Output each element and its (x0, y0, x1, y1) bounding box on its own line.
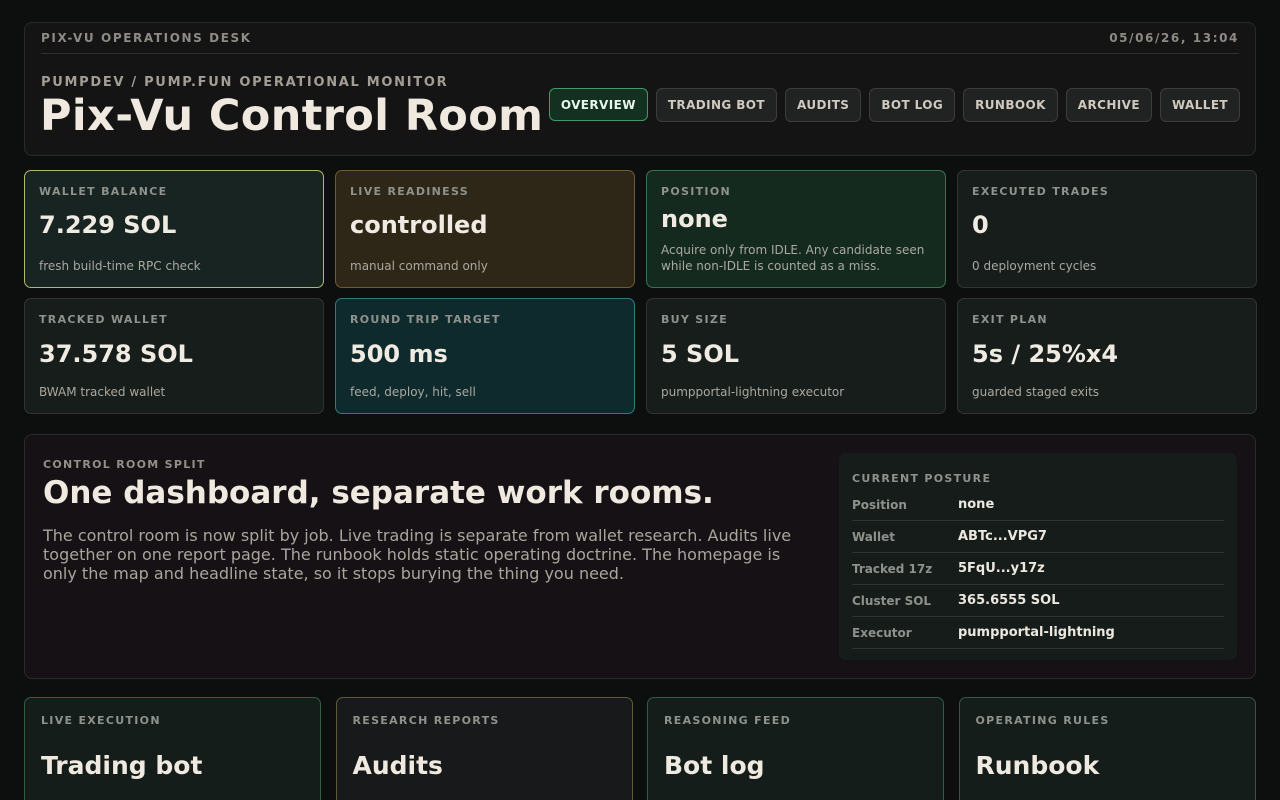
nav-tabs: OVERVIEW TRADING BOT AUDITS BOT LOG RUNB… (548, 88, 1240, 122)
card-value: controlled (350, 211, 488, 239)
wallet-balance-card: WALLET BALANCE 7.229 SOL fresh build-tim… (24, 170, 324, 288)
page-title: Pix-Vu Control Room (40, 91, 544, 141)
posture-key: Wallet (852, 529, 896, 544)
posture-list: Position none Wallet ABTc...VPG7 Tracked… (852, 489, 1224, 649)
executed-trades-card: EXECUTED TRADES 0 0 deployment cycles (957, 170, 1257, 288)
card-value: 5s / 25%x4 (972, 340, 1119, 368)
room-label: OPERATING RULES (975, 714, 1110, 727)
posture-value: 5FqU...y17z (958, 561, 1045, 576)
posture-key: Executor (852, 625, 912, 640)
buy-size-card: BUY SIZE 5 SOL pumpportal-lightning exec… (646, 298, 946, 414)
round-trip-target-card: ROUND TRIP TARGET 500 ms feed, deploy, h… (335, 298, 635, 414)
posture-key: Tracked 17z (852, 561, 933, 576)
tracked-wallet-card: TRACKED WALLET 37.578 SOL BWAM tracked w… (24, 298, 324, 414)
tab-archive[interactable]: ARCHIVE (1065, 88, 1152, 122)
card-note: pumpportal-lightning executor (661, 385, 845, 399)
posture-row: Wallet ABTc...VPG7 (852, 521, 1224, 553)
card-value: 5 SOL (661, 340, 740, 368)
card-value: 37.578 SOL (39, 340, 193, 368)
exit-plan-card: EXIT PLAN 5s / 25%x4 guarded staged exit… (957, 298, 1257, 414)
room-card-runbook[interactable]: OPERATING RULES Runbook (958, 697, 1256, 800)
tab-runbook[interactable]: RUNBOOK (963, 88, 1058, 122)
posture-key: Position (852, 497, 907, 512)
room-title: Trading bot (41, 751, 203, 780)
posture-value: ABTc...VPG7 (958, 529, 1047, 544)
room-label: RESEARCH REPORTS (352, 714, 500, 727)
posture-row: Position none (852, 489, 1224, 521)
room-title: Audits (352, 751, 443, 780)
timestamp: 05/06/26, 13:04 (1109, 31, 1239, 45)
position-card: POSITION none Acquire only from IDLE. An… (646, 170, 946, 288)
section-label: CONTROL ROOM SPLIT (43, 458, 206, 471)
card-note: BWAM tracked wallet (39, 385, 166, 399)
desk-label: PIX-VU OPERATIONS DESK (41, 31, 252, 45)
card-note: manual command only (350, 259, 488, 273)
posture-key: Cluster SOL (852, 593, 932, 608)
card-label: TRACKED WALLET (39, 313, 168, 326)
live-readiness-card: LIVE READINESS controlled manual command… (335, 170, 635, 288)
posture-row: Executor pumpportal-lightning (852, 617, 1224, 649)
room-title: Bot log (664, 751, 765, 780)
posture-label: CURRENT POSTURE (852, 472, 992, 485)
card-note: Acquire only from IDLE. Any candidate se… (661, 243, 925, 273)
card-note: 0 deployment cycles (972, 259, 1097, 273)
section-body: The control room is now split by job. Li… (43, 526, 792, 583)
card-note: guarded staged exits (972, 385, 1100, 399)
control-room-split-panel: CONTROL ROOM SPLIT One dashboard, separa… (24, 434, 1256, 679)
card-label: LIVE READINESS (350, 185, 469, 198)
header-panel: PIX-VU OPERATIONS DESK 05/06/26, 13:04 P… (24, 22, 1256, 156)
section-title: One dashboard, separate work rooms. (43, 475, 714, 511)
card-label: POSITION (661, 185, 731, 198)
tab-trading-bot[interactable]: TRADING BOT (655, 88, 777, 122)
card-label: ROUND TRIP TARGET (350, 313, 501, 326)
tab-audits[interactable]: AUDITS (785, 88, 862, 122)
card-value: 500 ms (350, 340, 448, 368)
room-card-audits[interactable]: RESEARCH REPORTS Audits (335, 697, 633, 800)
card-label: EXIT PLAN (972, 313, 1048, 326)
card-value: 0 (972, 211, 989, 239)
room-title: Runbook (975, 751, 1100, 780)
tab-wallet[interactable]: WALLET (1159, 88, 1240, 122)
card-value: none (661, 205, 728, 233)
tab-overview[interactable]: OVERVIEW (548, 88, 648, 121)
posture-row: Cluster SOL 365.6555 SOL (852, 585, 1224, 617)
current-posture-panel: CURRENT POSTURE Position none Wallet ABT… (839, 453, 1237, 660)
top-bar: PIX-VU OPERATIONS DESK 05/06/26, 13:04 (41, 23, 1239, 54)
posture-value: none (958, 497, 995, 512)
room-label: LIVE EXECUTION (41, 714, 161, 727)
room-card-trading-bot[interactable]: LIVE EXECUTION Trading bot (24, 697, 321, 800)
card-label: WALLET BALANCE (39, 185, 168, 198)
metrics-grid: WALLET BALANCE 7.229 SOL fresh build-tim… (24, 170, 1257, 414)
card-note: fresh build-time RPC check (39, 259, 201, 273)
work-rooms-grid: LIVE EXECUTION Trading bot RESEARCH REPO… (24, 697, 1256, 800)
card-value: 7.229 SOL (39, 211, 177, 239)
posture-value: pumpportal-lightning (958, 625, 1115, 640)
page-subtitle: PUMPDEV / PUMP.FUN OPERATIONAL MONITOR (41, 75, 449, 90)
posture-row: Tracked 17z 5FqU...y17z (852, 553, 1224, 585)
card-label: BUY SIZE (661, 313, 729, 326)
card-note: feed, deploy, hit, sell (350, 385, 476, 399)
room-label: REASONING FEED (664, 714, 792, 727)
posture-value: 365.6555 SOL (958, 593, 1060, 608)
card-label: EXECUTED TRADES (972, 185, 1110, 198)
tab-bot-log[interactable]: BOT LOG (869, 88, 956, 122)
room-card-bot-log[interactable]: REASONING FEED Bot log (647, 697, 944, 800)
